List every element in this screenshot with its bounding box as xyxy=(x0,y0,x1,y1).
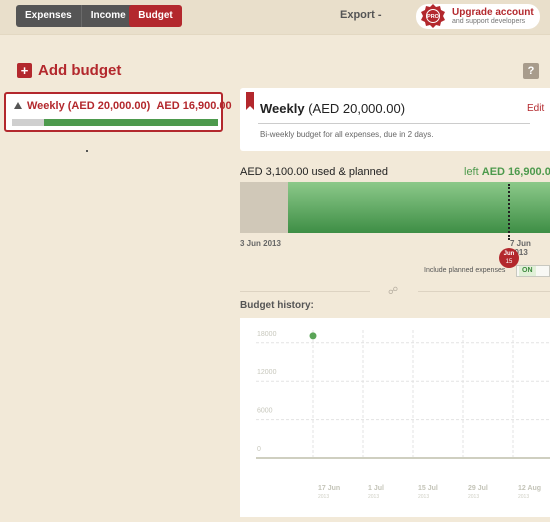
caret-up-icon xyxy=(14,102,22,109)
budget-card-name: Weekly (AED 20,000.00) xyxy=(27,100,151,112)
budget-description: Bi-weekly budget for all expenses, due i… xyxy=(260,130,434,139)
y-tick-label: 0 xyxy=(257,446,261,453)
calendar-month: Jun xyxy=(503,251,515,257)
tab-expenses[interactable]: Expenses xyxy=(16,5,81,27)
budget-detail-amount: (AED 20,000.00) xyxy=(308,101,406,116)
bookmark-icon xyxy=(246,92,254,110)
x-tick-label: 29 Jul xyxy=(468,485,488,492)
plus-icon: + xyxy=(17,63,32,78)
left-amount-text: left AED 16,900.00 xyxy=(464,166,550,178)
toggle-on-label: ON xyxy=(519,266,536,276)
y-tick-label: 18000 xyxy=(257,331,277,338)
budget-detail-name: Weekly xyxy=(260,101,305,116)
link-icon: ☍ xyxy=(388,286,399,297)
left-prefix: left xyxy=(464,166,479,178)
budget-detail-panel xyxy=(240,88,550,151)
x-tick-label: 17 Jun xyxy=(318,485,340,492)
budget-history-title: Budget history: xyxy=(240,300,314,311)
x-tick-year: 2013 xyxy=(468,494,479,500)
x-tick-year: 2013 xyxy=(368,494,379,500)
budget-progress-bar xyxy=(240,182,550,233)
include-planned-toggle[interactable]: ON xyxy=(516,265,550,277)
export-menu[interactable]: Export - xyxy=(340,9,382,21)
budget-detail-title: Weekly (AED 20,000.00) xyxy=(260,101,405,116)
add-budget-button[interactable]: + Add budget xyxy=(17,62,121,79)
budget-card-remaining: AED 16,900.00 xyxy=(156,100,232,112)
upgrade-title: Upgrade account xyxy=(452,7,534,18)
pro-medal-icon: PRO xyxy=(421,4,445,28)
budget-card-title: Weekly (AED 20,000.00) AED 16,900.00 xyxy=(14,100,232,112)
x-tick-label: 15 Jul xyxy=(418,485,438,492)
y-tick-label: 12000 xyxy=(257,369,277,376)
divider-dot xyxy=(86,150,88,152)
used-amount-text: AED 3,100.00 used & planned xyxy=(240,166,389,178)
tab-budget[interactable]: Budget xyxy=(129,5,182,27)
budget-progress-remaining xyxy=(288,182,550,233)
x-tick-year: 2013 xyxy=(318,494,329,500)
history-chart-svg: 18000 12000 6000 0 17 Jun 2013 1 Jul 2013 15 Jul… xyxy=(256,330,550,500)
tab-group: Expenses Income xyxy=(16,5,135,27)
budget-card-progress-fill xyxy=(44,119,218,126)
left-amount: AED 16,900.00 xyxy=(481,166,550,178)
budget-card-progress xyxy=(12,119,218,126)
detail-divider xyxy=(258,123,530,124)
x-tick-label: 12 Aug xyxy=(518,485,541,492)
data-point xyxy=(309,332,317,340)
budget-card[interactable]: Weekly (AED 20,000.00) AED 16,900.00 xyxy=(4,92,232,132)
add-budget-label: Add budget xyxy=(38,62,122,79)
include-planned-label: Include planned expenses xyxy=(424,267,506,274)
pro-badge-label: PRO xyxy=(427,14,440,20)
help-button[interactable]: ? xyxy=(523,63,539,79)
today-marker xyxy=(508,184,510,240)
budget-history-chart: 18000 12000 6000 0 17 Jun 2013 1 Jul 2013 15 Jul… xyxy=(240,318,550,517)
x-tick-label: 1 Jul xyxy=(368,485,384,492)
section-divider-left xyxy=(240,291,370,292)
x-tick-year: 2013 xyxy=(418,494,429,500)
tab-income[interactable]: Income xyxy=(80,5,135,27)
period-start-date: 3 Jun 2013 xyxy=(240,239,281,248)
edit-link[interactable]: Edit xyxy=(527,103,544,114)
y-tick-label: 6000 xyxy=(257,408,273,415)
upgrade-subtitle: and support developers xyxy=(452,18,526,25)
section-divider-right xyxy=(418,291,550,292)
x-tick-year: 2013 xyxy=(518,494,529,500)
